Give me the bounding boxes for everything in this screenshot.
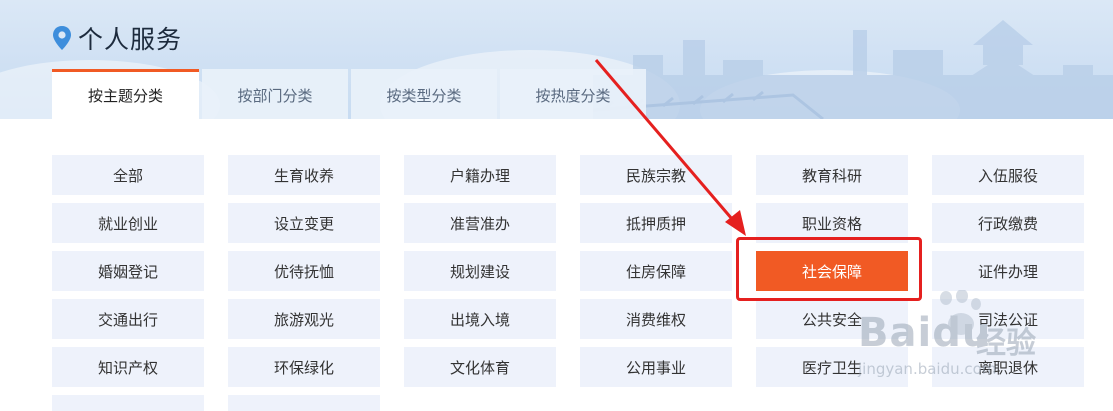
baidu-jingyan-watermark: Baidu 经验 jingyan.baidu.com <box>858 290 1058 380</box>
category-item[interactable]: 优待抚恤 <box>228 251 380 291</box>
category-item[interactable]: 消费维权 <box>580 299 732 339</box>
page-header: 个人服务 <box>52 18 182 58</box>
category-item[interactable]: 知识产权 <box>52 347 204 387</box>
location-pin-icon <box>53 26 71 50</box>
tab-by-topic[interactable]: 按主题分类 <box>52 69 199 119</box>
category-item[interactable]: 设立变更 <box>228 203 380 243</box>
category-item[interactable]: 旅游观光 <box>228 299 380 339</box>
category-item[interactable]: 住房保障 <box>580 251 732 291</box>
category-item[interactable]: 文化体育 <box>404 347 556 387</box>
category-item[interactable]: 户籍办理 <box>404 155 556 195</box>
category-tabs: 按主题分类 按部门分类 按类型分类 按热度分类 <box>52 69 649 119</box>
category-item[interactable]: 行政缴费 <box>932 203 1084 243</box>
category-item[interactable]: 规划建设 <box>404 251 556 291</box>
category-item[interactable]: 生育收养 <box>228 155 380 195</box>
page-title: 个人服务 <box>78 25 183 54</box>
watermark-url: jingyan.baidu.com <box>858 360 997 378</box>
category-item[interactable]: 环保绿化 <box>228 347 380 387</box>
category-item[interactable]: 公用事业 <box>580 347 732 387</box>
tab-by-department[interactable]: 按部门分类 <box>202 69 348 119</box>
category-item-partial[interactable] <box>52 395 204 411</box>
category-item[interactable]: 民族宗教 <box>580 155 732 195</box>
category-item[interactable]: 抵押质押 <box>580 203 732 243</box>
category-item[interactable]: 教育科研 <box>756 155 908 195</box>
category-item[interactable]: 准营准办 <box>404 203 556 243</box>
tab-by-type[interactable]: 按类型分类 <box>351 69 497 119</box>
category-item[interactable]: 交通出行 <box>52 299 204 339</box>
category-item[interactable]: 入伍服役 <box>932 155 1084 195</box>
category-item-partial[interactable] <box>228 395 380 411</box>
watermark-cn: 经验 <box>976 326 1036 361</box>
category-item[interactable]: 证件办理 <box>932 251 1084 291</box>
category-item[interactable]: 婚姻登记 <box>52 251 204 291</box>
city-skyline-illustration <box>593 20 1113 119</box>
tab-by-popularity[interactable]: 按热度分类 <box>500 69 646 119</box>
category-item[interactable]: 就业创业 <box>52 203 204 243</box>
watermark-brand: Baidu <box>858 310 992 356</box>
category-item[interactable]: 全部 <box>52 155 204 195</box>
category-item[interactable]: 出境入境 <box>404 299 556 339</box>
